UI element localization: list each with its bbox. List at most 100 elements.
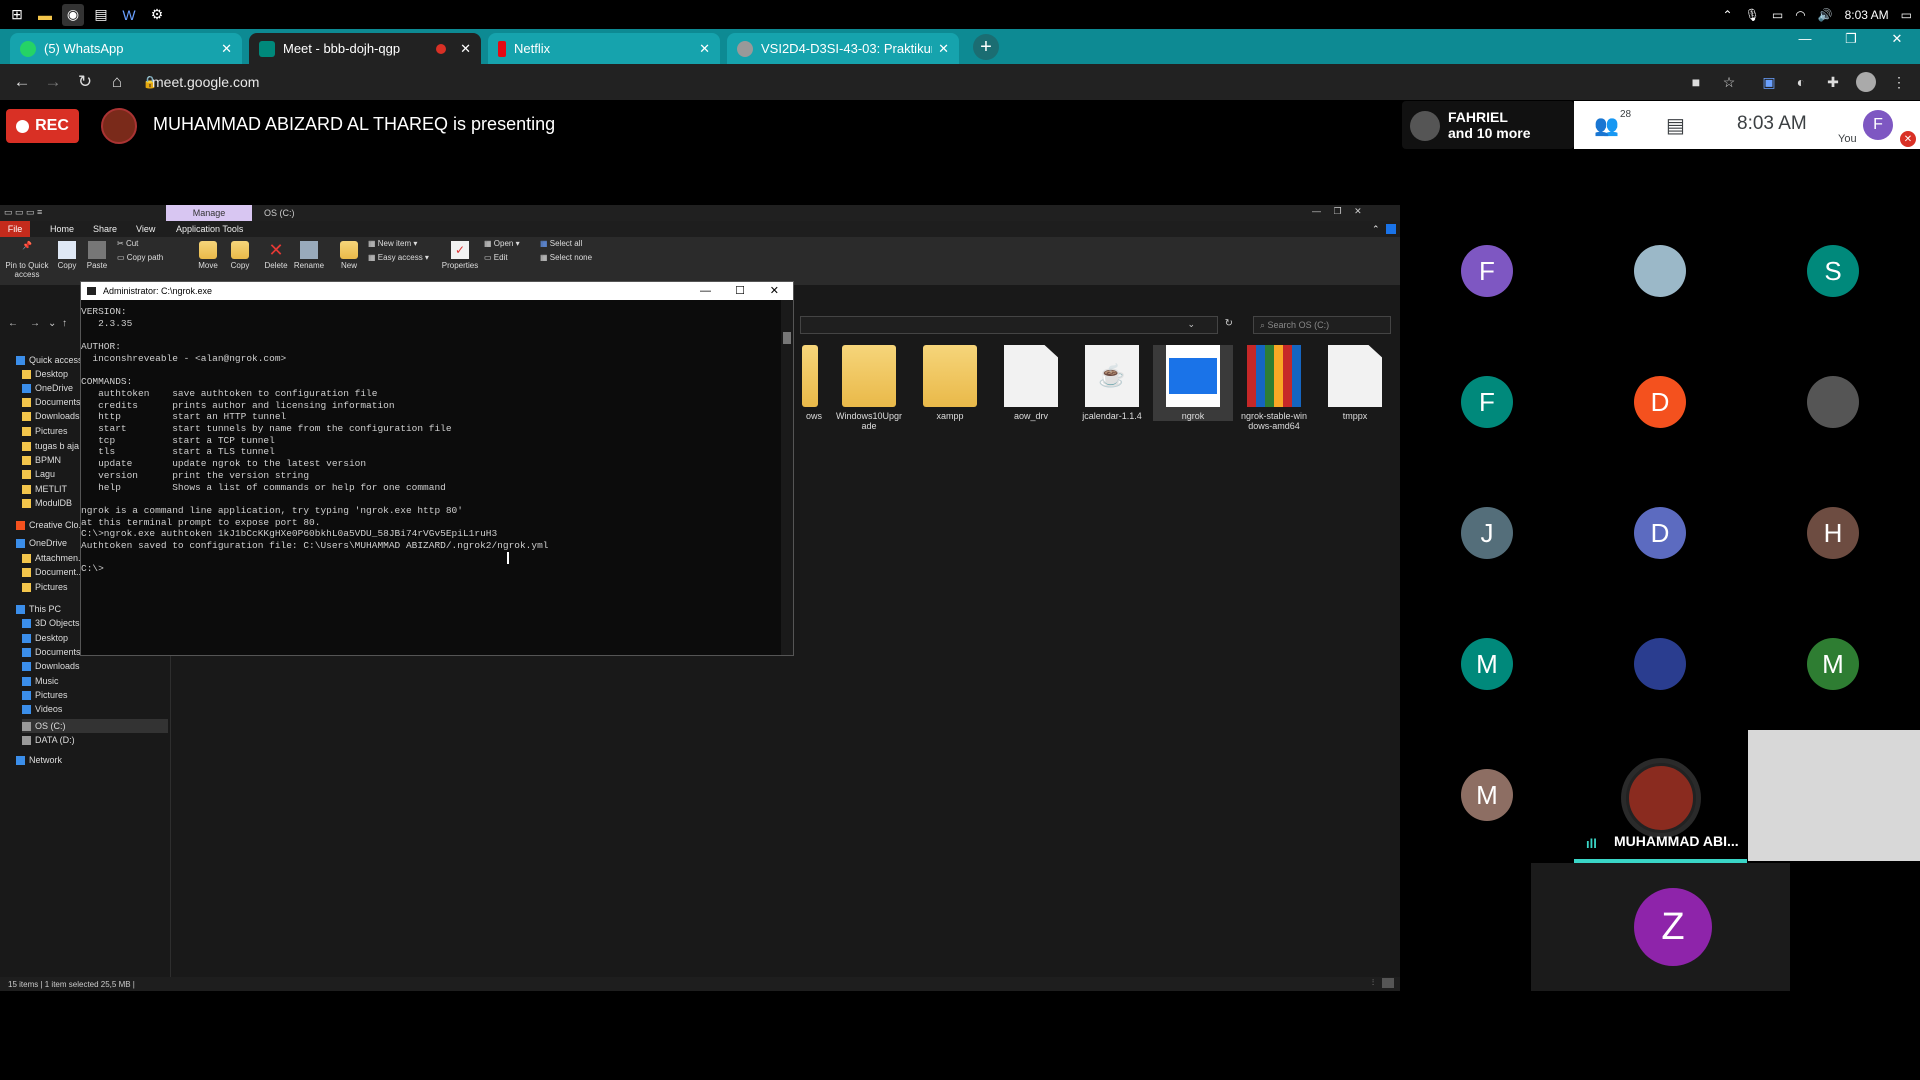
close-window-button[interactable]: ✕ [1874, 24, 1920, 53]
word-icon[interactable]: W [118, 4, 140, 26]
microphone-icon[interactable]: 🎙 [1745, 8, 1760, 22]
sidebar-item[interactable]: OS (C:) [22, 719, 168, 733]
notification-icon[interactable]: ▭ [1901, 8, 1912, 22]
battery-icon[interactable]: ▭ [1772, 8, 1783, 22]
manage-context-tab[interactable]: Manage [166, 205, 252, 221]
participant-avatar[interactable]: M [1461, 638, 1513, 690]
sidebar-item[interactable]: Attachmen... [22, 551, 86, 565]
participant-avatar[interactable]: M [1807, 638, 1859, 690]
delete-button[interactable]: ✕ Delete [262, 241, 290, 270]
back-icon[interactable]: ← [8, 318, 18, 329]
ribbon-tab-file[interactable]: File [0, 221, 30, 237]
wifi-icon[interactable]: ◠ [1795, 8, 1805, 22]
cmd-output[interactable]: VERSION: 2.3.35 AUTHOR: inconshreveable … [81, 306, 781, 651]
edit-button[interactable]: ▭ Edit [484, 253, 508, 262]
tab-praktikum[interactable]: VSI2D4-D3SI-43-03: Praktikum F ✕ [727, 33, 959, 64]
chat-icon[interactable]: ▤ [1666, 113, 1685, 138]
url-field[interactable]: meet.google.com [152, 74, 259, 90]
participant-avatar[interactable]: H [1807, 507, 1859, 559]
scroll-thumb[interactable] [783, 332, 791, 344]
tab-meet[interactable]: Meet - bbb-dojh-qgp ✕ [249, 33, 481, 64]
close-tab-icon[interactable]: ✕ [221, 41, 232, 57]
copy-path-button[interactable]: ▭ Copy path [117, 253, 163, 262]
cmd-scrollbar[interactable] [781, 300, 793, 655]
tab-netflix[interactable]: Netflix ✕ [488, 33, 720, 64]
profile-icon[interactable] [1856, 72, 1876, 92]
self-avatar[interactable]: F [1863, 110, 1893, 140]
easy-access-button[interactable]: ▦ Easy access ▾ [368, 253, 429, 262]
participant-avatar[interactable]: F [1461, 245, 1513, 297]
open-button[interactable]: ▦ Open ▾ [484, 239, 520, 248]
close-tab-icon[interactable]: ✕ [699, 41, 710, 57]
quick-access-toolbar-icon[interactable]: ▭ ▭ ▭ ≡ [4, 207, 42, 218]
sidebar-item[interactable]: Pictures [22, 688, 68, 702]
people-icon[interactable]: 👥 [1594, 113, 1619, 138]
close-tab-icon[interactable]: ✕ [460, 41, 471, 57]
command-prompt-window[interactable]: Administrator: C:\ngrok.exe — ☐ ✕ VERSIO… [80, 281, 794, 656]
extension-icon[interactable]: ◐ [1791, 72, 1811, 92]
recent-locations-icon[interactable]: ⌄ [48, 318, 56, 329]
close-button[interactable]: ✕ [770, 282, 779, 300]
refresh-icon[interactable]: ↻ [1225, 318, 1233, 329]
reload-icon[interactable]: ↻ [75, 72, 95, 92]
participant-avatar[interactable] [1807, 376, 1859, 428]
camera-icon[interactable]: ■ [1686, 72, 1706, 92]
tab-whatsapp[interactable]: (5) WhatsApp ✕ [10, 33, 242, 64]
paste-button[interactable]: Paste [86, 241, 108, 270]
sidebar-item[interactable]: Videos [22, 702, 62, 716]
participant-avatar[interactable] [1634, 638, 1686, 690]
minimize-button[interactable]: — [700, 282, 711, 300]
rename-button[interactable]: Rename [293, 241, 325, 270]
back-icon[interactable]: ← [12, 72, 32, 92]
notepad-icon[interactable]: ▤ [90, 4, 112, 26]
up-icon[interactable]: ↑ [62, 318, 67, 329]
sidebar-item[interactable]: DATA (D:) [22, 733, 75, 747]
minimize-button[interactable]: — [1782, 24, 1828, 53]
explorer-address-field[interactable]: ⌄ ↻ [800, 316, 1233, 334]
select-all-button[interactable]: ▦ Select all [540, 239, 582, 248]
home-icon[interactable]: ⌂ [107, 72, 127, 92]
restore-button[interactable]: ❐ [1828, 24, 1874, 53]
ribbon-tab-view[interactable]: View [136, 224, 155, 234]
sidebar-item[interactable]: OneDrive [16, 536, 67, 550]
cut-button[interactable]: ✂ Cut [117, 239, 138, 248]
new-folder-button[interactable]: New [338, 241, 360, 270]
pin-button[interactable]: 📌 Pin to Quick access [2, 241, 52, 279]
sidebar-item[interactable]: Pictures [22, 580, 68, 594]
file-explorer-icon[interactable]: ▬ [34, 4, 56, 26]
forward-icon[interactable]: → [30, 318, 40, 329]
ribbon-tab-application-tools[interactable]: Application Tools [176, 224, 243, 234]
speaker-chip[interactable]: FAHRIEL and 10 more [1402, 101, 1574, 149]
new-item-button[interactable]: ▦ New item ▾ [368, 239, 417, 248]
file-item[interactable]: ngrok [1153, 345, 1233, 421]
self-view-video[interactable] [1748, 730, 1920, 861]
file-item[interactable]: Windows10Upgr ade [829, 345, 909, 431]
file-item[interactable]: ngrok-stable-win dows-amd64 [1234, 345, 1314, 431]
sidebar-item[interactable]: 3D Objects [22, 616, 80, 630]
participant-avatar[interactable]: S [1807, 245, 1859, 297]
new-tab-button[interactable]: + [973, 34, 999, 60]
participant-tile-z[interactable]: Z [1531, 863, 1790, 991]
star-icon[interactable]: ☆ [1719, 72, 1739, 92]
explorer-window-controls[interactable]: — ❐ ✕ [1312, 206, 1362, 217]
ribbon-tab-share[interactable]: Share [93, 224, 117, 234]
taskbar-clock[interactable]: 8:03 AM [1845, 8, 1889, 22]
settings-icon[interactable]: ⚙ [146, 4, 168, 26]
sidebar-item[interactable]: Network [16, 753, 62, 767]
details-view-icon[interactable]: ⫶ [1372, 978, 1374, 988]
chevron-up-icon[interactable]: ⌃ [1723, 8, 1733, 22]
properties-button[interactable]: ✓ Properties [440, 241, 480, 270]
participant-avatar[interactable]: D [1634, 376, 1686, 428]
sidebar-item[interactable]: Downloads [22, 659, 80, 673]
menu-icon[interactable]: ⋮ [1889, 72, 1909, 92]
sidebar-item[interactable]: Document... [22, 565, 84, 579]
file-item[interactable]: ☕ jcalendar-1.1.4 [1072, 345, 1152, 421]
explorer-search-input[interactable]: ⌕ Search OS (C:) [1253, 316, 1391, 334]
volume-icon[interactable]: 🔊 [1818, 8, 1833, 22]
copy-to-button[interactable]: Copy [228, 241, 252, 270]
select-none-button[interactable]: ▦ Select none [540, 253, 592, 262]
sidebar-item[interactable]: This PC [16, 602, 61, 616]
translate-icon[interactable]: ▣ [1759, 72, 1779, 92]
ribbon-tab-home[interactable]: Home [50, 224, 74, 234]
sidebar-item[interactable]: Documents [22, 645, 81, 659]
